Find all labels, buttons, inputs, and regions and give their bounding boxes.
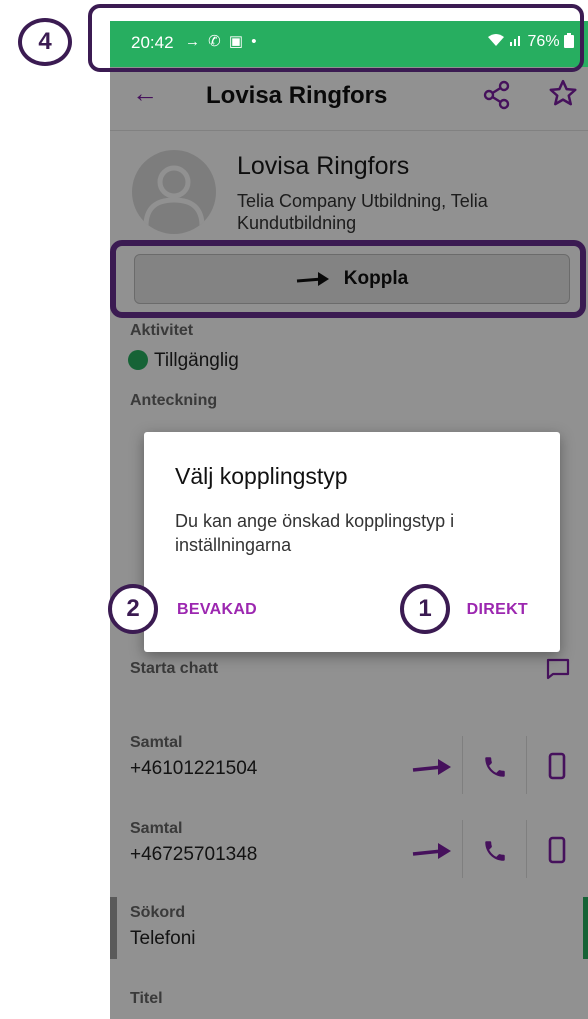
bevakad-button[interactable]: BEVAKAD [177,601,257,619]
annotation-marker-1: 1 [400,584,450,634]
direkt-button[interactable]: DIREKT [467,601,528,619]
annotation-marker-2: 2 [108,584,158,634]
annotation-marker-4: 4 [18,18,72,66]
koppla-highlight [110,240,586,318]
dialog-title: Välj kopplingstyp [175,463,348,489]
status-bar-highlight [88,4,584,72]
connection-type-dialog: Välj kopplingstyp Du kan ange önskad kop… [144,432,560,652]
phone-screen: 20:42 → ✆ ▣ • 76% ← Lovisa Ringfors Lovi… [110,0,588,1019]
dialog-message: Du kan ange önskad kopplingstyp i instäl… [175,511,455,555]
